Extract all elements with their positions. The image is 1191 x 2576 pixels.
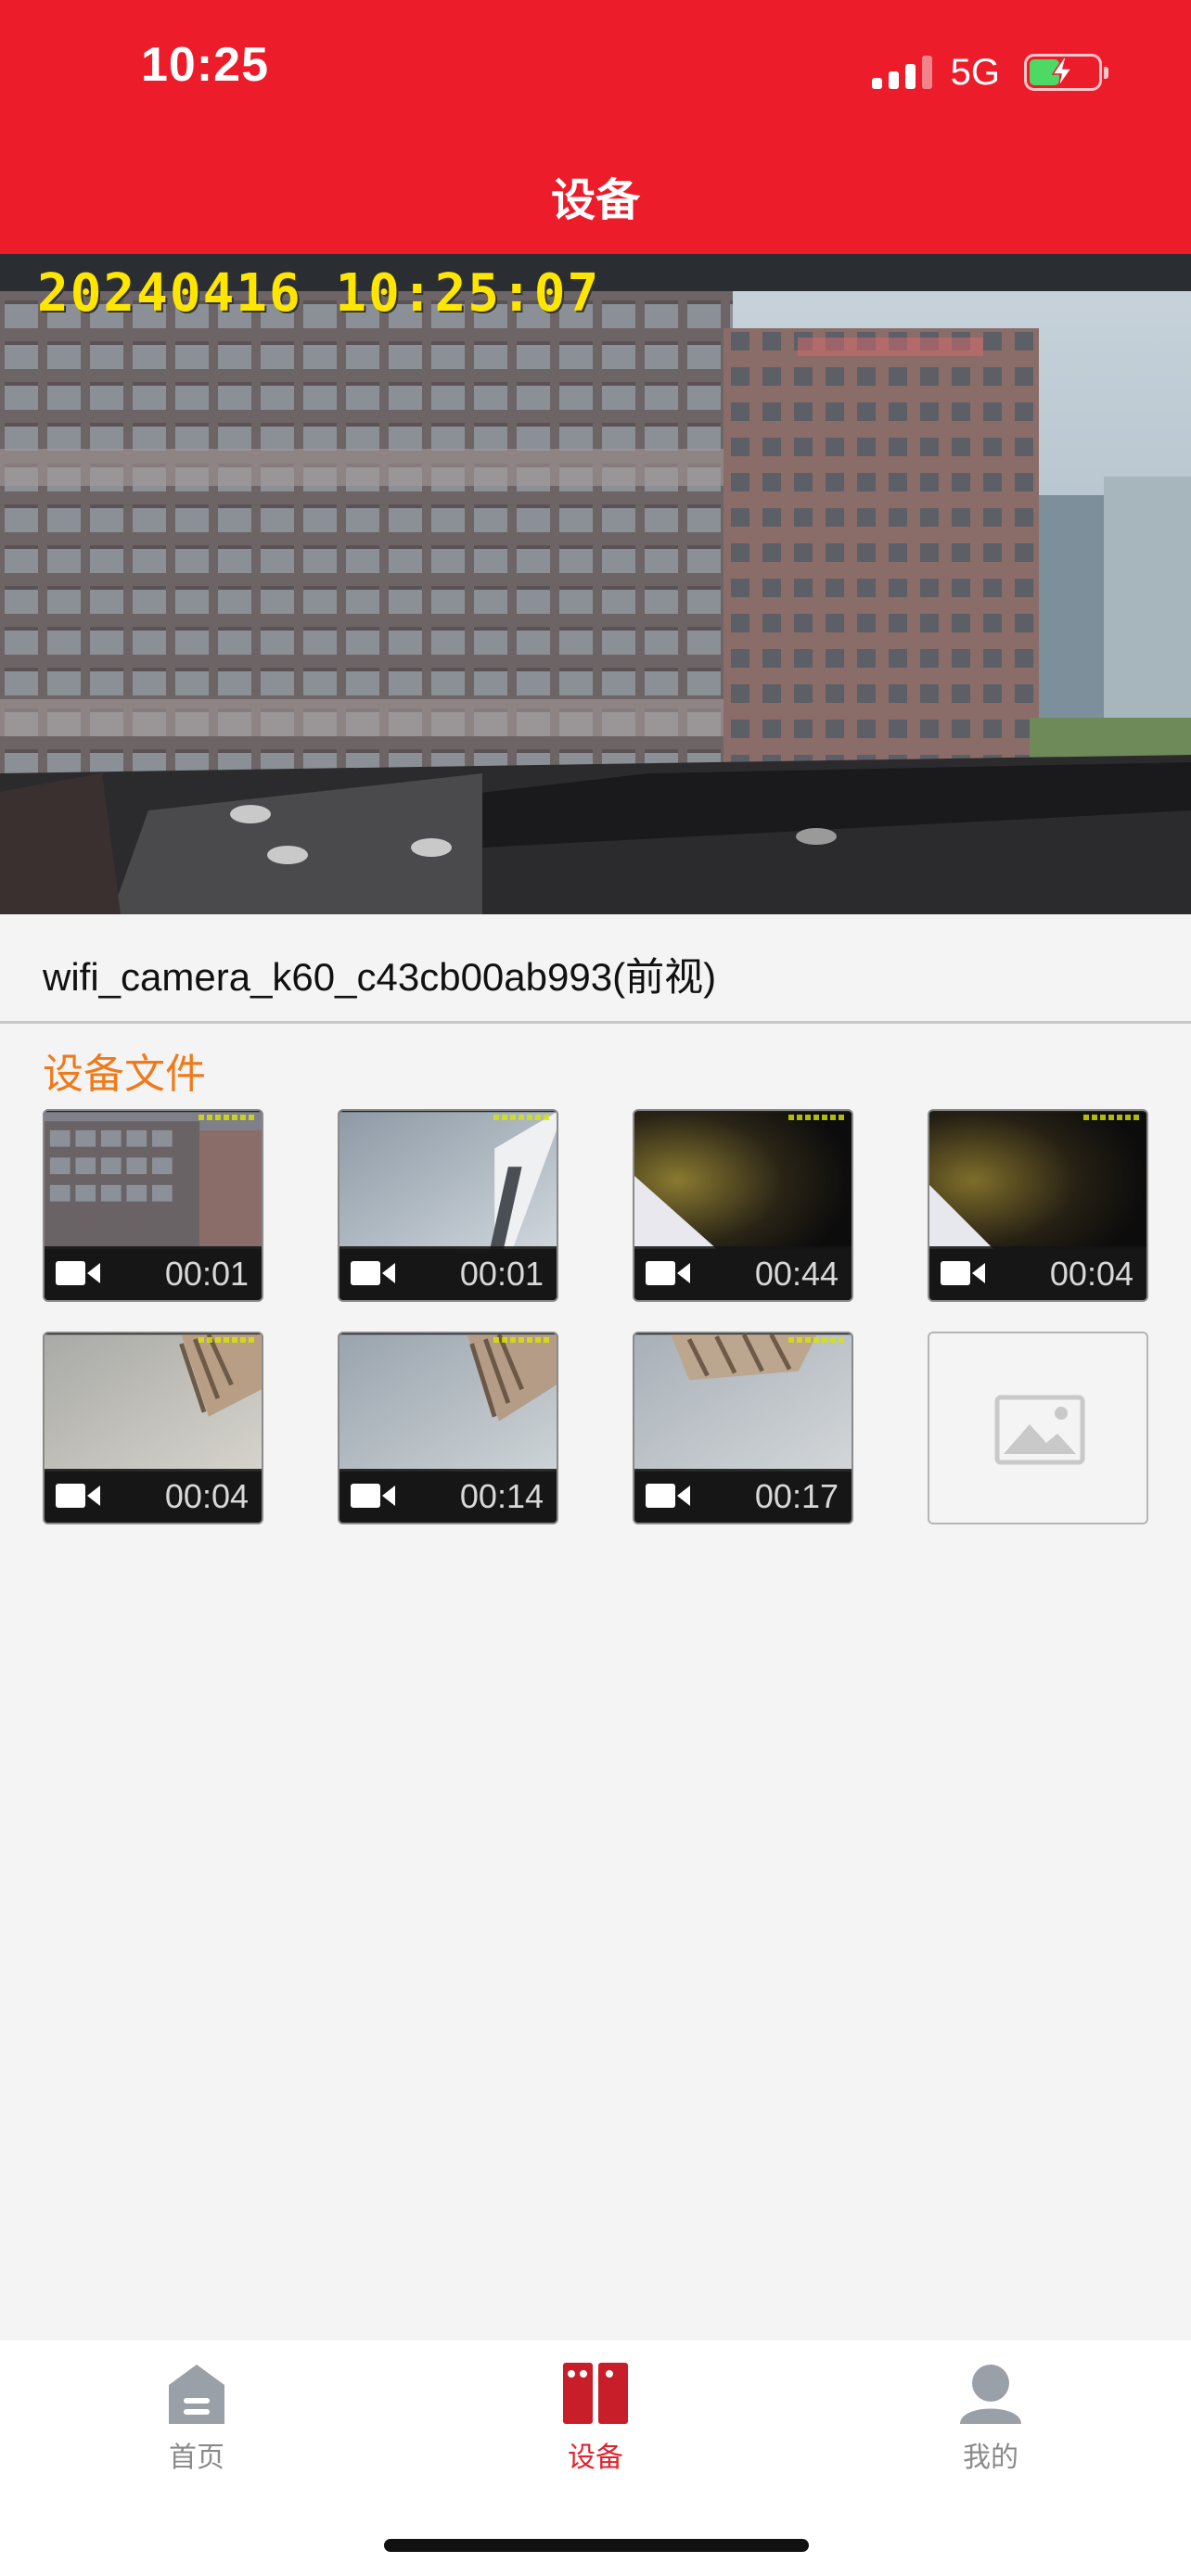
video-duration: 00:01 [164,1255,249,1293]
file-thumbnail-placeholder[interactable] [928,1332,1148,1524]
file-thumbnail[interactable]: 00:14 [338,1332,558,1524]
tab-mine-label: 我的 [963,2442,1018,2473]
video-camera-icon [56,1261,100,1285]
device-icon [563,2363,628,2424]
tab-home[interactable]: 首页 [104,2363,289,2475]
tab-devices-label: 设备 [568,2442,623,2473]
video-duration: 00:44 [754,1255,839,1293]
battery-charging-icon [1024,54,1108,91]
tab-mine[interactable]: 我的 [898,2363,1083,2475]
device-name: wifi_camera_k60_c43cb00ab993(前视) [43,955,717,999]
camera-live-view[interactable]: 20240416 10:25:07 [0,254,1191,914]
device-files-title: 设备文件 [43,1052,206,1097]
video-camera-icon [351,1484,395,1508]
device-name-row[interactable]: wifi_camera_k60_c43cb00ab993(前视) [0,914,1191,1024]
file-thumbnail[interactable]: 00:17 [633,1332,853,1524]
video-duration: 00:04 [1049,1255,1133,1293]
video-duration: 00:04 [164,1477,249,1515]
cellular-signal-icon [871,56,932,89]
file-thumbnail[interactable]: 00:01 [43,1109,263,1302]
user-icon [960,2365,1021,2424]
app-header: 10:25 5G 设备 [0,0,1191,254]
status-indicators: 5G [871,46,1108,98]
home-icon [169,2365,224,2424]
video-camera-icon [351,1261,395,1285]
image-placeholder-icon [994,1395,1085,1465]
tab-home-label: 首页 [169,2442,224,2473]
file-thumbnail[interactable]: 00:01 [338,1109,558,1302]
video-duration: 00:14 [459,1477,544,1515]
status-time: 10:25 [141,38,269,92]
video-duration: 00:01 [459,1255,544,1293]
network-type: 5G [950,51,1000,93]
video-camera-icon [56,1484,100,1508]
video-camera-icon [646,1261,690,1285]
tab-devices[interactable]: 设备 [503,2363,688,2475]
file-thumbnail[interactable]: 00:04 [43,1332,263,1524]
video-camera-icon [646,1484,690,1508]
home-indicator [384,2539,809,2552]
video-duration: 00:17 [754,1477,839,1515]
video-camera-icon [941,1261,985,1285]
file-thumbnail[interactable]: 00:04 [928,1109,1148,1302]
camera-timestamp: 20240416 10:25:07 [37,263,601,324]
page-title: 设备 [550,176,640,225]
file-thumbnail[interactable]: 00:44 [633,1109,853,1302]
